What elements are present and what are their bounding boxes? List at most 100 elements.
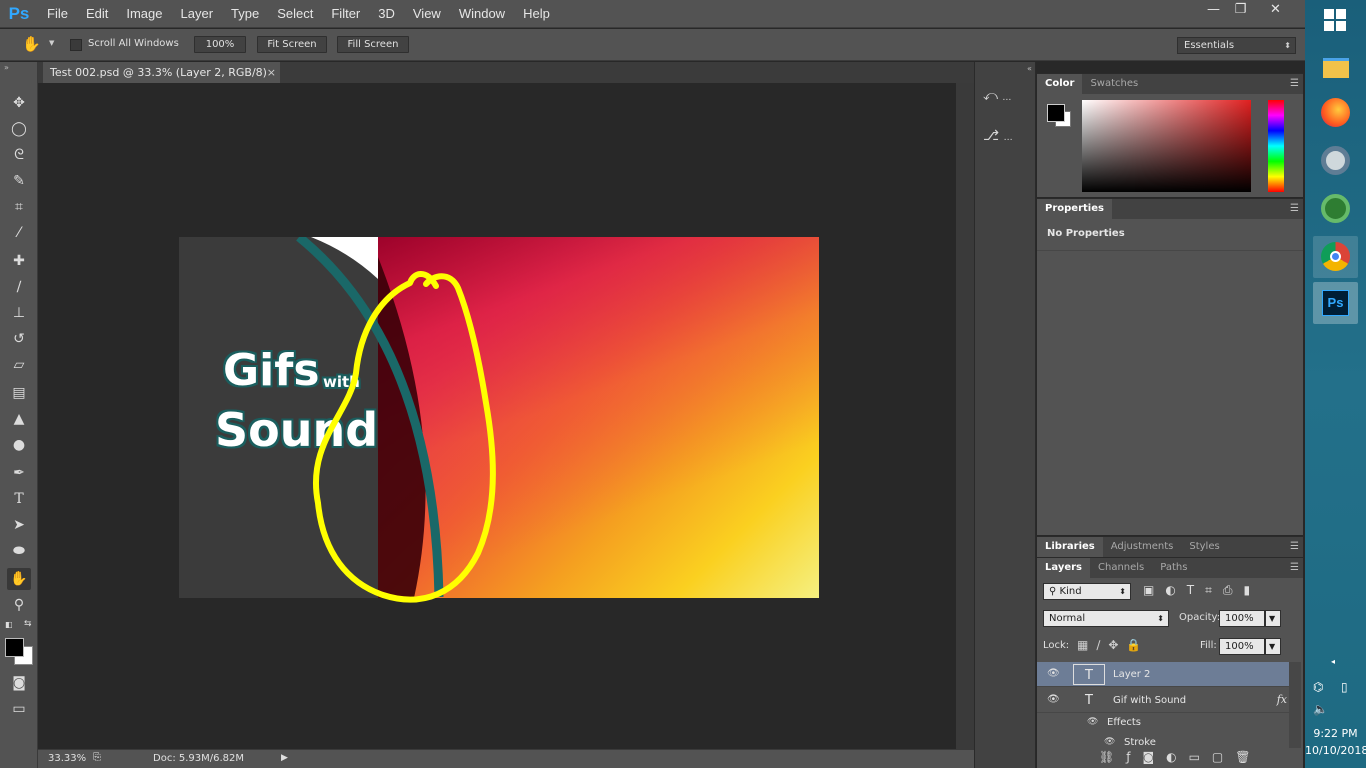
- vertical-scrollbar[interactable]: [956, 83, 974, 749]
- hand-tool-preset-icon[interactable]: ✋: [22, 35, 41, 53]
- menu-3d[interactable]: 3D: [369, 0, 404, 28]
- menu-edit[interactable]: Edit: [77, 0, 117, 28]
- libraries-panel-menu-icon[interactable]: ☰: [1290, 537, 1299, 557]
- file-explorer-icon[interactable]: [1313, 46, 1358, 88]
- chrome-icon[interactable]: [1313, 236, 1358, 278]
- pen-tool-icon[interactable]: ✒: [7, 462, 31, 484]
- collapse-toolbar-icon[interactable]: »: [4, 63, 9, 72]
- properties-panel-menu-icon[interactable]: ☰: [1290, 199, 1299, 219]
- photoshop-taskbar-icon[interactable]: Ps: [1313, 282, 1358, 324]
- layers-scrollbar[interactable]: [1289, 662, 1301, 748]
- history-panel-icon[interactable]: ⤺ …: [983, 88, 1029, 110]
- brush-tool-icon[interactable]: ∕: [7, 276, 31, 298]
- windows-start-icon[interactable]: [1313, 0, 1358, 42]
- restore-button[interactable]: ❐: [1223, 0, 1258, 22]
- menu-help[interactable]: Help: [514, 0, 559, 28]
- layer-effects-fx-icon[interactable]: fx: [1277, 693, 1287, 706]
- chrome-canary-icon[interactable]: [1313, 140, 1358, 182]
- zoom-100-button[interactable]: 100%: [194, 36, 246, 53]
- swap-colors-icon[interactable]: ⇆: [24, 619, 32, 629]
- menu-view[interactable]: View: [404, 0, 450, 28]
- blend-mode-dropdown[interactable]: Normal ⬍: [1043, 610, 1169, 627]
- menu-type[interactable]: Type: [222, 0, 268, 28]
- menu-layer[interactable]: Layer: [172, 0, 223, 28]
- clone-stamp-tool-icon[interactable]: ⊥: [7, 302, 31, 324]
- elliptical-marquee-tool-icon[interactable]: ◯: [7, 118, 31, 140]
- gradient-tool-icon[interactable]: ▤: [7, 382, 31, 404]
- tab-swatches[interactable]: Swatches: [1082, 74, 1146, 94]
- tab-properties[interactable]: Properties: [1037, 199, 1112, 219]
- zoom-level[interactable]: 33.33%: [48, 753, 86, 764]
- quick-mask-icon[interactable]: ◙: [7, 672, 31, 694]
- blur-tool-icon[interactable]: ▲: [7, 408, 31, 430]
- foreground-color-swatch[interactable]: [5, 638, 24, 657]
- camtasia-icon[interactable]: [1313, 188, 1358, 230]
- move-tool-icon[interactable]: ✥: [7, 92, 31, 114]
- visibility-eye-icon[interactable]: 👁: [1047, 694, 1060, 705]
- screen-mode-icon[interactable]: ▭: [7, 698, 31, 720]
- layers-panel-menu-icon[interactable]: ☰: [1290, 558, 1299, 578]
- crop-tool-icon[interactable]: ⌗: [7, 196, 31, 218]
- menu-filter[interactable]: Filter: [322, 0, 369, 28]
- color-panel-menu-icon[interactable]: ☰: [1290, 74, 1299, 94]
- layer-filter-icons[interactable]: ▣◐T⌗⎙▮: [1143, 583, 1261, 598]
- document-tab[interactable]: Test 002.psd @ 33.3% (Layer 2, RGB/8) ×: [43, 62, 280, 83]
- network-icon[interactable]: ⌬: [1313, 680, 1323, 694]
- stroke-eye-icon[interactable]: 👁: [1104, 737, 1115, 747]
- battery-icon[interactable]: ▯: [1341, 680, 1348, 694]
- tab-color[interactable]: Color: [1037, 74, 1083, 94]
- tab-paths[interactable]: Paths: [1152, 558, 1195, 578]
- path-selection-tool-icon[interactable]: ➤: [7, 514, 31, 536]
- document-canvas[interactable]: Gifs with Sound: [179, 237, 819, 598]
- visibility-eye-icon[interactable]: 👁: [1047, 668, 1060, 679]
- eyedropper-tool-icon[interactable]: ⁄: [7, 222, 31, 244]
- zoom-tool-icon[interactable]: ⚲: [7, 594, 31, 616]
- scroll-all-windows-checkbox[interactable]: [70, 39, 82, 51]
- menu-image[interactable]: Image: [117, 0, 171, 28]
- tab-libraries[interactable]: Libraries: [1037, 537, 1103, 557]
- menu-file[interactable]: File: [38, 0, 77, 28]
- lock-icons[interactable]: ▦∕✥🔒: [1077, 638, 1149, 652]
- clock-time[interactable]: 9:22 PM: [1305, 727, 1366, 740]
- hue-slider[interactable]: [1268, 100, 1284, 192]
- layer-effects-row[interactable]: 👁 Effects: [1037, 714, 1289, 734]
- healing-brush-tool-icon[interactable]: ✚: [7, 250, 31, 272]
- canvas-workspace[interactable]: Gifs with Sound: [38, 83, 956, 749]
- layer-row-layer-2[interactable]: 👁 T Layer 2: [1037, 662, 1289, 687]
- fill-input[interactable]: 100%: [1219, 638, 1265, 655]
- close-window-button[interactable]: ✕: [1258, 0, 1293, 22]
- history-brush-tool-icon[interactable]: ↺: [7, 328, 31, 350]
- type-tool-icon[interactable]: T: [7, 488, 31, 510]
- show-hidden-icons[interactable]: ◂: [1331, 657, 1335, 666]
- lasso-tool-icon[interactable]: ᘓ: [7, 144, 31, 166]
- status-menu-arrow-icon[interactable]: ▶: [281, 753, 288, 763]
- dodge-tool-icon[interactable]: ●: [7, 434, 31, 456]
- eraser-tool-icon[interactable]: ▱: [7, 354, 31, 376]
- opacity-input[interactable]: 100%: [1219, 610, 1265, 627]
- menu-window[interactable]: Window: [450, 0, 514, 28]
- tab-adjustments[interactable]: Adjustments: [1103, 537, 1182, 557]
- workspace-dropdown[interactable]: Essentials ⬍: [1177, 37, 1296, 54]
- fit-screen-button[interactable]: Fit Screen: [257, 36, 327, 53]
- collapse-dock-icon[interactable]: «: [1027, 64, 1032, 73]
- close-document-icon[interactable]: ×: [267, 62, 276, 83]
- opacity-arrow-icon[interactable]: ▼: [1265, 610, 1281, 627]
- color-foreground-swatch[interactable]: [1047, 104, 1065, 122]
- layer-filter-kind[interactable]: ⚲ Kind ⬍: [1043, 583, 1131, 600]
- layer-stroke-row[interactable]: 👁 Stroke: [1037, 734, 1289, 748]
- clock-date[interactable]: 10/10/2018: [1305, 744, 1366, 757]
- firefox-icon[interactable]: [1313, 92, 1358, 134]
- layer-row-gif-with-sound[interactable]: 👁 T Gif with Sound fx: [1037, 688, 1289, 713]
- tab-channels[interactable]: Channels: [1090, 558, 1152, 578]
- tab-layers[interactable]: Layers: [1037, 558, 1090, 578]
- volume-icon[interactable]: 🔈: [1313, 702, 1328, 716]
- quick-selection-tool-icon[interactable]: ✎: [7, 170, 31, 192]
- effects-eye-icon[interactable]: 👁: [1087, 717, 1098, 727]
- fill-arrow-icon[interactable]: ▼: [1265, 638, 1281, 655]
- default-colors-icon[interactable]: ◧: [5, 620, 13, 629]
- hand-tool-icon[interactable]: ✋: [7, 568, 31, 590]
- menu-select[interactable]: Select: [268, 0, 322, 28]
- layers-bottom-icons[interactable]: ⛓ƒ◙◐▭▢🗑: [1099, 750, 1262, 764]
- fill-screen-button[interactable]: Fill Screen: [337, 36, 409, 53]
- tab-styles[interactable]: Styles: [1181, 537, 1227, 557]
